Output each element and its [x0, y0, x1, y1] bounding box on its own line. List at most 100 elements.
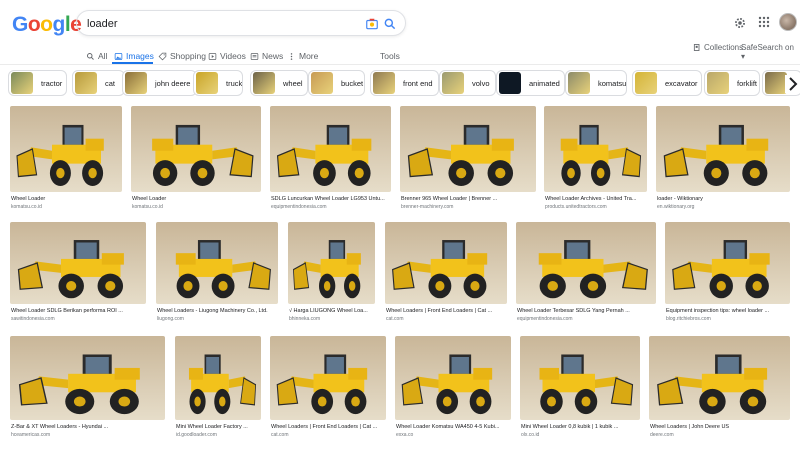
related-search-chip[interactable]: tractor [8, 70, 67, 96]
related-search-chip[interactable]: bucket [308, 70, 365, 96]
chip-thumbnail [765, 72, 787, 94]
header-divider [0, 64, 800, 65]
result-thumbnail[interactable] [665, 222, 790, 304]
result-source: blog.ritchiebros.com [666, 316, 711, 322]
result-title[interactable]: Z-Bar & XT Wheel Loaders - Hyundai ... [11, 424, 166, 430]
tab-label: Videos [220, 51, 246, 61]
logo-letter: G [12, 13, 28, 36]
search-input[interactable] [87, 15, 357, 33]
chip-thumbnail [253, 72, 275, 94]
play-icon [208, 52, 217, 60]
tools-button[interactable]: Tools [380, 47, 400, 65]
result-source: cat.com [386, 316, 404, 322]
result-title[interactable]: Wheel Loaders | Front End Loaders | Cat … [386, 308, 508, 314]
result-title[interactable]: √ Harga LIUGONG Wheel Loa... [289, 308, 376, 314]
result-title[interactable]: Wheel Loader SDLG Berikan performa ROI .… [11, 308, 147, 314]
result-source: olx.co.id [521, 432, 540, 438]
chip-thumbnail [75, 72, 97, 94]
more-icon [290, 52, 293, 60]
result-thumbnail[interactable] [385, 222, 507, 304]
related-search-chip[interactable]: front end [370, 70, 439, 96]
related-search-chip[interactable]: truck [193, 70, 243, 96]
tab-label: All [98, 51, 108, 61]
chip-thumbnail [568, 72, 590, 94]
chip-label: front end [403, 78, 433, 88]
result-thumbnail[interactable] [520, 336, 640, 420]
result-title[interactable]: Wheel Loaders | John Deere US [650, 424, 791, 430]
chip-thumbnail [196, 72, 218, 94]
result-thumbnail[interactable] [175, 336, 261, 420]
result-title[interactable]: Mini Wheel Loader 0,8 kubik | 1 kubik ..… [521, 424, 641, 430]
avatar[interactable] [779, 13, 797, 31]
tab-all[interactable]: All [86, 47, 107, 65]
apps-grid-icon[interactable] [758, 16, 770, 28]
collections-icon [693, 44, 700, 51]
result-title[interactable]: Wheel Loader [11, 196, 123, 202]
camera-icon[interactable] [365, 17, 379, 31]
tab-news[interactable]: News [250, 47, 283, 65]
result-title[interactable]: Equipment inspection tips: wheel loader … [666, 308, 791, 314]
result-source: equipmentindonesia.com [517, 316, 573, 322]
result-title[interactable]: Wheel Loaders - Liugong Machinery Co., L… [157, 308, 279, 314]
result-thumbnail[interactable] [400, 106, 536, 192]
result-title[interactable]: Wheel Loader Terbesar SDLG Yang Pernah .… [517, 308, 657, 314]
chip-thumbnail [442, 72, 464, 94]
related-search-chip[interactable]: john deere [122, 70, 197, 96]
tab-label: News [262, 51, 284, 61]
result-thumbnail[interactable] [270, 106, 391, 192]
related-search-chip[interactable]: volvo [439, 70, 496, 96]
chip-label: forklift [737, 78, 758, 88]
result-thumbnail[interactable] [156, 222, 278, 304]
result-thumbnail[interactable] [131, 106, 261, 192]
result-source: sawitindonesia.com [11, 316, 55, 322]
caret-down-icon: ▾ [741, 52, 746, 61]
google-logo[interactable]: Google [12, 13, 82, 37]
chip-label: volvo [472, 78, 490, 88]
chip-label: bucket [341, 78, 364, 88]
result-thumbnail[interactable] [10, 222, 146, 304]
result-source: products.unitedtractors.com [545, 204, 607, 210]
chip-label: animated [529, 78, 560, 88]
search-icon [87, 52, 94, 60]
result-title[interactable]: SDLG Luncurkan Wheel Loader LG953 Untu..… [271, 196, 392, 202]
result-thumbnail[interactable] [10, 106, 122, 192]
result-thumbnail[interactable] [288, 222, 375, 304]
related-search-chip[interactable]: excavator [632, 70, 702, 96]
chip-label: excavator [665, 78, 698, 88]
result-title[interactable]: Wheel Loader Archives - United Tra... [545, 196, 648, 202]
related-search-chip[interactable]: animated [496, 70, 565, 96]
related-search-chip[interactable]: cat [72, 70, 125, 96]
result-title[interactable]: loader - Wiktionary [657, 196, 791, 202]
chip-thumbnail [11, 72, 33, 94]
result-thumbnail[interactable] [10, 336, 165, 420]
result-title[interactable]: Wheel Loader [132, 196, 262, 202]
chip-thumbnail [499, 72, 521, 94]
result-thumbnail[interactable] [395, 336, 511, 420]
result-title[interactable]: Wheel Loaders | Front End Loaders | Cat … [271, 424, 387, 430]
logo-letter: g [52, 13, 66, 36]
search-icon[interactable] [383, 17, 397, 31]
result-thumbnail[interactable] [656, 106, 790, 192]
tab-shopping[interactable]: Shopping [158, 47, 206, 65]
related-search-chip[interactable]: forklift [704, 70, 760, 96]
result-source: liugong.com [157, 316, 184, 322]
result-title[interactable]: Wheel Loader Komatsu WA450 4-5 Kubi... [396, 424, 512, 430]
tab-label: Images [126, 51, 154, 61]
chip-label: truck [226, 78, 243, 88]
tab-more[interactable]: More [287, 47, 318, 65]
result-source: exxa.co [396, 432, 414, 438]
tab-videos[interactable]: Videos [208, 47, 246, 65]
result-thumbnail[interactable] [544, 106, 647, 192]
safesearch-toggle[interactable]: SafeSearch on ▾ [741, 43, 800, 61]
collections-button[interactable]: Collections [693, 43, 743, 52]
related-search-chip[interactable]: komatsu [565, 70, 627, 96]
related-search-chip[interactable]: wheel [250, 70, 308, 96]
gear-icon[interactable] [733, 16, 747, 30]
result-title[interactable]: Brenner 965 Wheel Loader | Brenner ... [401, 196, 537, 202]
result-thumbnail[interactable] [649, 336, 790, 420]
result-thumbnail[interactable] [270, 336, 386, 420]
result-title[interactable]: Mini Wheel Loader Factory ... [176, 424, 262, 430]
result-thumbnail[interactable] [516, 222, 656, 304]
chevron-right-icon[interactable] [785, 75, 800, 93]
search-box[interactable] [76, 10, 406, 36]
